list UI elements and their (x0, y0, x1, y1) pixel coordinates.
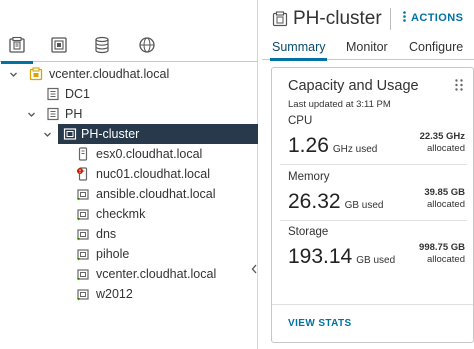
actions-menu-button[interactable]: ACTIONS (403, 11, 463, 25)
capacity-usage-card: Capacity and Usage Last updated at 3:11 … (271, 67, 474, 343)
cpu-allocated-label: allocated (426, 143, 465, 154)
tree-item-vm-checkmk[interactable]: checkmk (0, 204, 258, 224)
card-title: Capacity and Usage (288, 78, 419, 94)
storage-used-number: 193.14 (288, 245, 353, 268)
object-tabs: Summary Monitor Configure (262, 36, 474, 61)
header-divider (390, 8, 391, 30)
navigator-tabs (0, 28, 258, 64)
cluster-icon (272, 11, 288, 32)
actions-label: ACTIONS (411, 11, 464, 24)
memory-used-number: 26.32 (288, 190, 341, 213)
cpu-allocated-value: 22.35 GHz (419, 131, 465, 142)
chevron-down-icon[interactable] (26, 109, 36, 119)
memory-used-unit: GB used (344, 200, 384, 211)
storage-allocated: 998.75 GB allocated (419, 242, 465, 266)
tree-item-label: checkmk (96, 207, 146, 221)
chevron-left-icon (251, 264, 257, 274)
tree-item-dc1[interactable]: DC1 (0, 84, 258, 104)
cpu-used-number: 1.26 (288, 134, 329, 157)
memory-label: Memory (288, 171, 330, 183)
tab-hosts-and-clusters[interactable] (1, 34, 33, 64)
vm-icon (76, 207, 90, 221)
tree-item-label: w2012 (96, 287, 133, 301)
vm-icon (76, 247, 90, 261)
storage-used-value: 193.14 GB used (288, 245, 395, 269)
tree-item-label: ansible.cloudhat.local (96, 187, 216, 201)
memory-allocated: 39.85 GB allocated (424, 187, 465, 211)
tree-item-vm-dns[interactable]: dns (0, 224, 258, 244)
navigator-panel: vcenter.cloudhat.local DC1 PH PH-cluster… (0, 0, 258, 349)
vm-icon (76, 267, 90, 281)
tree-item-label: esx0.cloudhat.local (96, 147, 203, 161)
tree-item-label: nuc01.cloudhat.local (96, 167, 210, 181)
drag-handle-icon[interactable] (454, 78, 464, 92)
tree-item-label: PH-cluster (81, 127, 140, 141)
tree-item-label: dns (96, 227, 117, 241)
storage-used-unit: GB used (356, 255, 396, 266)
vm-icon (76, 287, 90, 301)
memory-allocated-label: allocated (426, 199, 465, 210)
cluster-icon (63, 127, 77, 141)
divider (280, 164, 467, 165)
tree-item-esx0[interactable]: esx0.cloudhat.local (0, 144, 258, 164)
tab-monitor[interactable]: Monitor (346, 40, 388, 54)
tree-item-vm-vcenter[interactable]: vcenter.cloudhat.local (0, 264, 258, 284)
chevron-down-icon[interactable] (8, 69, 18, 79)
tab-networking[interactable] (136, 34, 158, 56)
cpu-used-value: 1.26 GHz used (288, 134, 377, 158)
memory-allocated-value: 39.85 GB (424, 187, 465, 198)
tree-item-label: pihole (96, 247, 130, 261)
divider (280, 220, 467, 221)
cpu-used-unit: GHz used (332, 144, 378, 155)
chevron-down-icon[interactable] (42, 129, 52, 139)
hosts-and-clusters-icon (9, 36, 25, 53)
last-updated-text: Last updated at 3:11 PM (288, 99, 391, 110)
object-header: PH-cluster ACTIONS (262, 0, 474, 40)
tree-item-nuc01[interactable]: nuc01.cloudhat.local (0, 164, 258, 184)
tab-storage[interactable] (91, 34, 113, 56)
storage-label: Storage (288, 226, 329, 238)
content-panel: PH-cluster ACTIONS Summary Monitor Confi… (262, 0, 474, 349)
kebab-icon (403, 11, 406, 25)
tree-item-vm-pihole[interactable]: pihole (0, 244, 258, 264)
cpu-label: CPU (288, 115, 313, 127)
datacenter-icon (46, 107, 60, 121)
host-alert-icon (76, 167, 90, 181)
storage-icon (95, 36, 109, 54)
tab-summary[interactable]: Summary (269, 40, 328, 61)
tree-item-label: vcenter.cloudhat.local (49, 67, 170, 81)
vcenter-icon (29, 67, 43, 81)
collapse-navigator-handle[interactable] (250, 262, 258, 276)
cpu-allocated: 22.35 GHz allocated (420, 131, 465, 155)
tree-item-vcenter[interactable]: vcenter.cloudhat.local (0, 64, 258, 84)
storage-allocated-label: allocated (426, 254, 465, 265)
tab-vms-and-templates[interactable] (48, 34, 70, 56)
tree-item-label: DC1 (65, 87, 91, 101)
vm-icon (76, 227, 90, 241)
networking-icon (139, 37, 155, 53)
memory-used-value: 26.32 GB used (288, 190, 383, 214)
tab-configure[interactable]: Configure (409, 40, 463, 54)
tree-item-label: vcenter.cloudhat.local (96, 267, 217, 281)
tree-item-label: PH (65, 107, 83, 121)
vms-and-templates-icon (51, 37, 67, 53)
page-title: PH-cluster (293, 8, 382, 29)
storage-allocated-value: 998.75 GB (419, 242, 465, 253)
datacenter-icon (46, 87, 60, 101)
host-icon (76, 147, 90, 161)
divider (272, 304, 473, 305)
tree-item-ph-cluster[interactable]: PH-cluster (58, 124, 258, 144)
tree-item-vm-ansible[interactable]: ansible.cloudhat.local (0, 184, 258, 204)
tree-item-ph[interactable]: PH (0, 104, 258, 124)
vm-icon (76, 187, 90, 201)
tree-item-vm-w2012[interactable]: w2012 (0, 284, 258, 304)
view-stats-link[interactable]: VIEW STATS (288, 318, 352, 329)
